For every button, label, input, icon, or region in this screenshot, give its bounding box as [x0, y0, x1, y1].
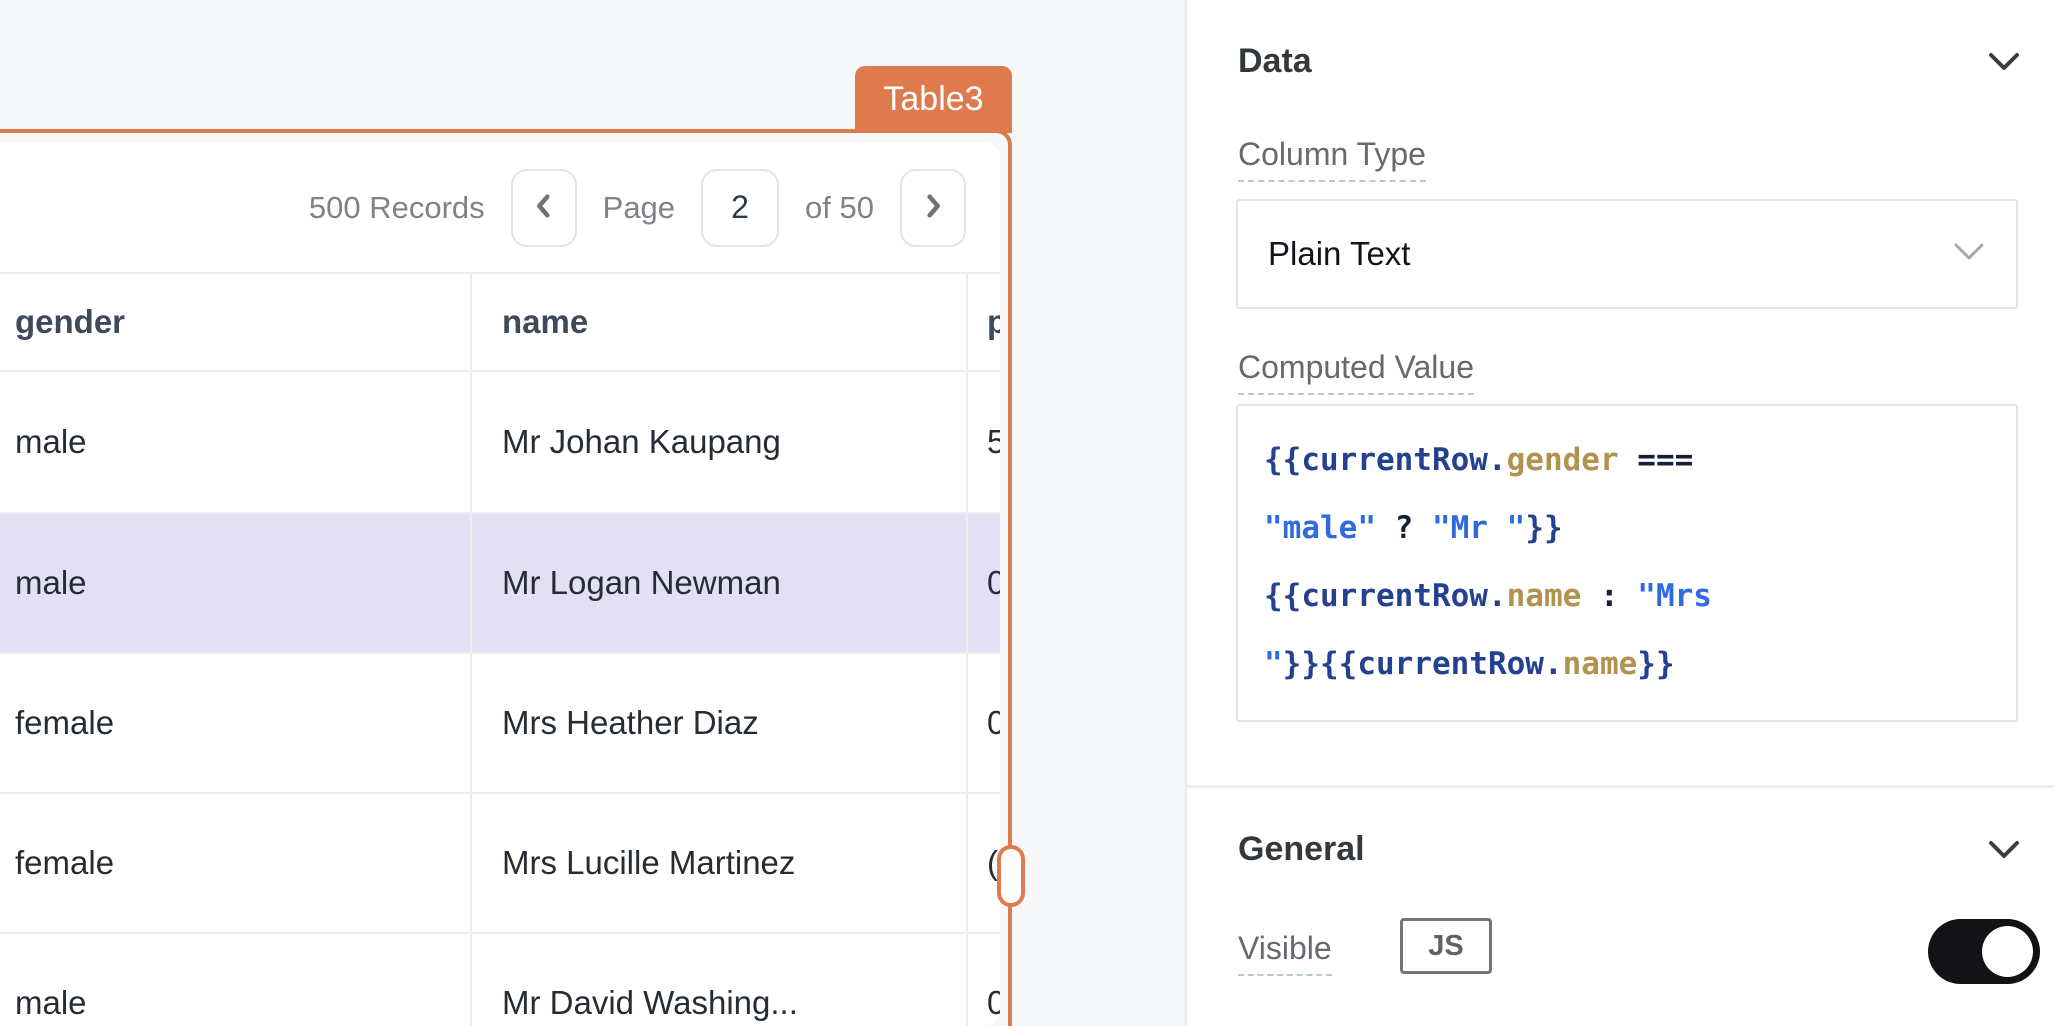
- toggle-knob: [1982, 926, 2033, 977]
- cell-p: 5: [966, 372, 1000, 512]
- chevron-down-icon: [1952, 241, 1986, 268]
- visible-label[interactable]: Visible: [1238, 930, 1332, 976]
- page-label: Page: [603, 190, 675, 226]
- table-header-row: gender name p: [0, 272, 1000, 372]
- section-title-data[interactable]: Data: [1238, 42, 1312, 81]
- code-token: name: [1507, 578, 1582, 614]
- js-mode-badge[interactable]: JS: [1400, 918, 1492, 974]
- column-type-select[interactable]: Plain Text: [1236, 199, 2018, 309]
- page-number-input[interactable]: 2: [701, 169, 779, 247]
- visible-toggle[interactable]: [1928, 919, 2040, 984]
- cell-name: Mr Johan Kaupang: [470, 372, 966, 512]
- computed-value-label[interactable]: Computed Value: [1238, 349, 1474, 395]
- code-token: ": [1264, 646, 1283, 682]
- column-type-label[interactable]: Column Type: [1238, 136, 1426, 182]
- code-token: name: [1563, 646, 1638, 682]
- table-row[interactable]: male Mr Johan Kaupang 5: [0, 372, 1000, 512]
- code-token: {{currentRow.: [1264, 442, 1507, 478]
- table-row[interactable]: female Mrs Lucille Martinez (4: [0, 792, 1000, 932]
- page-total-label: of 50: [805, 190, 874, 226]
- code-token: }}: [1525, 510, 1562, 546]
- code-line: {{currentRow.gender ===: [1264, 426, 1990, 494]
- code-token: :: [1581, 578, 1637, 614]
- cell-name: Mr David Washing...: [470, 934, 966, 1026]
- column-header-name[interactable]: name: [470, 274, 966, 370]
- table-row[interactable]: male Mr David Washing... 0: [0, 932, 1000, 1026]
- column-header-gender[interactable]: gender: [0, 274, 470, 370]
- table-row-selected[interactable]: male Mr Logan Newman 0: [0, 512, 1000, 652]
- cell-name: Mrs Heather Diaz: [470, 654, 966, 792]
- code-token: "Mr ": [1432, 510, 1525, 546]
- cell-gender: male: [0, 514, 470, 652]
- code-token: ===: [1619, 442, 1694, 478]
- chevron-down-icon[interactable]: [1986, 838, 2022, 867]
- cell-name: Mrs Lucille Martinez: [470, 794, 966, 932]
- column-type-value: Plain Text: [1268, 235, 1952, 273]
- chevron-down-icon[interactable]: [1986, 50, 2022, 79]
- table-pagination: 500 Records Page 2 of 50: [0, 143, 1000, 272]
- section-title-general[interactable]: General: [1238, 830, 1365, 869]
- code-token: }}: [1637, 646, 1674, 682]
- code-token: ?: [1376, 510, 1432, 546]
- prev-page-button[interactable]: [511, 169, 577, 247]
- cell-p: 0: [966, 654, 1000, 792]
- next-page-button[interactable]: [900, 169, 966, 247]
- cell-p: 0: [966, 514, 1000, 652]
- cell-gender: female: [0, 654, 470, 792]
- panel-divider[interactable]: [1185, 0, 1187, 1026]
- code-line: {{currentRow.name : "Mrs: [1264, 562, 1990, 630]
- records-count: 500 Records: [309, 190, 485, 226]
- table-row[interactable]: female Mrs Heather Diaz 0: [0, 652, 1000, 792]
- code-token: {{currentRow.: [1264, 578, 1507, 614]
- cell-gender: female: [0, 794, 470, 932]
- cell-name: Mr Logan Newman: [470, 514, 966, 652]
- code-line: "male" ? "Mr "}}: [1264, 494, 1990, 562]
- cell-p: (4: [966, 794, 1000, 932]
- app-editor-screen: Table3 500 Records Page 2 of 50 gender n…: [0, 0, 2054, 1026]
- code-token: gender: [1507, 442, 1619, 478]
- code-line: "}}{{currentRow.name}}: [1264, 630, 1990, 698]
- computed-value-editor[interactable]: {{currentRow.gender === "male" ? "Mr "}}…: [1236, 404, 2018, 722]
- chevron-left-icon: [528, 190, 560, 225]
- resize-handle[interactable]: [997, 845, 1025, 907]
- column-header-p[interactable]: p: [966, 274, 1000, 370]
- code-token: "Mrs: [1637, 578, 1712, 614]
- table-component: 500 Records Page 2 of 50 gender name p m…: [0, 143, 1000, 1026]
- component-name-tag[interactable]: Table3: [855, 66, 1012, 133]
- cell-p: 0: [966, 934, 1000, 1026]
- code-token: "male": [1264, 510, 1376, 546]
- chevron-right-icon: [917, 190, 949, 225]
- section-divider: [1187, 785, 2054, 788]
- cell-gender: male: [0, 934, 470, 1026]
- cell-gender: male: [0, 372, 470, 512]
- code-token: }}{{currentRow.: [1283, 646, 1563, 682]
